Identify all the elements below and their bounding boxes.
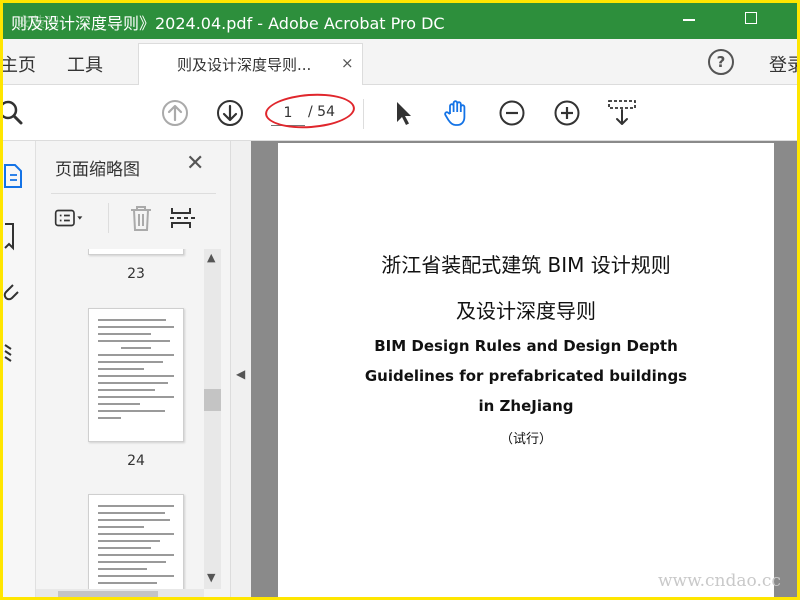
title-bar: 则及设计深度导则》2024.04.pdf - Adobe Acrobat Pro… [3,3,797,39]
highlight-ellipse [263,90,357,132]
doc-title-cn-line1: 浙江省装配式建筑 BIM 设计规则 [381,253,671,277]
search-icon[interactable] [0,97,27,129]
page-thumbnail[interactable] [88,308,184,442]
zoom-out-icon[interactable] [496,97,528,129]
pdf-page: 浙江省装配式建筑 BIM 设计规则 及设计深度导则 BIM Design Rul… [278,143,774,597]
close-panel-icon[interactable]: ✕ [186,151,204,176]
doc-title-en-line3: in ZheJiang [478,397,574,415]
page-thumbnail[interactable] [88,249,184,255]
document-view: 浙江省装配式建筑 BIM 设计规则 及设计深度导则 BIM Design Rul… [251,141,797,597]
page-thumbnail[interactable] [88,494,184,589]
prev-page-icon[interactable] [159,97,191,129]
page-thumbnails-panel: 页面缩略图 ✕ 23 24 ▲ ▼ [36,141,231,597]
collapse-arrow-icon[interactable]: ◀ [236,367,245,381]
insert-page-icon[interactable] [168,203,198,233]
doc-trial-note: （试行） [499,432,552,447]
thumbnail-horizontal-scrollbar[interactable] [36,589,204,597]
app-window: 则及设计深度导则》2024.04.pdf - Adobe Acrobat Pro… [0,0,800,600]
title-overlay-watermark: 安装吧 [17,15,59,31]
thumbnail-options-icon[interactable] [54,203,84,233]
close-tab-icon[interactable]: × [341,54,354,72]
panel-tools-separator [108,203,109,233]
help-icon[interactable]: ? [708,49,734,75]
select-cursor-icon[interactable] [387,97,419,129]
next-page-icon[interactable] [214,97,246,129]
hand-tool-icon[interactable] [441,97,473,129]
tools-tab[interactable]: 工具 [67,51,103,77]
delete-page-icon[interactable] [126,203,156,233]
home-tab[interactable]: 主页 [3,51,36,77]
thumbnail-scrollbar[interactable]: ▲ ▼ [204,249,221,589]
menu-bar: 主页 工具 则及设计深度导则... × ? 登录 [3,39,797,85]
document-tab[interactable]: 则及设计深度导则... × [138,43,363,85]
panel-title: 页面缩略图 [55,160,140,180]
left-nav-pane [3,141,36,597]
zoom-in-icon[interactable] [551,97,583,129]
panel-divider [51,193,216,194]
page-number-label: 23 [127,266,145,282]
bookmarks-icon[interactable] [3,221,29,251]
page-thumbnails-icon[interactable] [3,161,29,191]
panel-collapse-strip[interactable]: ◀ [231,141,251,597]
doc-title-en-line1: BIM Design Rules and Design Depth [374,337,678,355]
layers-icon[interactable] [3,337,29,367]
page-number-label: 24 [127,453,145,469]
login-button[interactable]: 登录 [769,51,797,77]
maximize-button[interactable] [745,12,757,24]
doc-title-en-line2: Guidelines for prefabricated buildings [364,367,688,385]
document-tab-label: 则及设计深度导则... [177,56,312,74]
thumbnail-list: 23 24 [36,249,204,589]
scrollbar-thumb[interactable] [204,389,221,411]
doc-title-cn-line2: 及设计深度导则 [456,299,596,323]
marquee-zoom-icon[interactable] [606,97,638,129]
horizontal-scrollbar-thumb[interactable] [58,591,158,597]
scroll-down-icon[interactable]: ▼ [207,571,215,584]
minimize-button[interactable] [683,19,695,21]
scroll-up-icon[interactable]: ▲ [207,251,215,264]
window-title: 则及设计深度导则》2024.04.pdf - Adobe Acrobat Pro… [11,14,445,33]
attachments-icon[interactable] [3,279,29,309]
site-watermark: www.cndao.cc [658,571,781,591]
toolbar-divider [363,99,364,129]
toolbar: 1 / 54 [3,85,797,141]
